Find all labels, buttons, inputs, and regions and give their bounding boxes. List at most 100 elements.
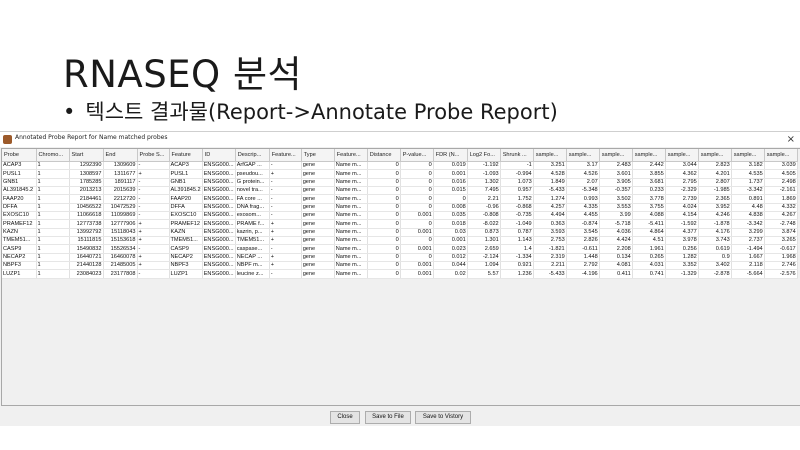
table-row[interactable]: DFFA 1 10456522 10472529- DFFA ENSG000... DNA … [2, 203, 798, 213]
table-cell: 1.143 [500, 236, 534, 246]
table-cell: ENSG000... [202, 261, 236, 271]
table-row[interactable]: EXOSC10 1 11066618 11099869- EXOSC10 ENSG000.… [2, 211, 798, 221]
table-cell: 4.535 [731, 169, 765, 179]
column-header[interactable]: sample... [698, 149, 732, 162]
table-cell: -1 [500, 161, 534, 171]
column-header[interactable]: Shrunk ... [500, 149, 534, 162]
table-cell: 0.265 [632, 253, 666, 263]
table-cell: EXOSC10 [169, 211, 203, 221]
table-cell: 1 [36, 211, 70, 221]
table-cell: - [137, 178, 170, 188]
close-button[interactable]: Close [330, 411, 360, 424]
column-header[interactable]: P-value... [400, 149, 434, 162]
table-cell: -1.192 [467, 161, 501, 171]
table-cell: 4.154 [665, 211, 699, 221]
table-cell: 2.442 [632, 161, 666, 171]
table-cell: -2.329 [665, 186, 699, 196]
table-cell: ENSG000... [202, 211, 236, 221]
column-header[interactable]: sample... [731, 149, 765, 162]
table-row[interactable]: GNB1 1 1785285 1891117- GNB1 ENSG000... G prot… [2, 178, 798, 188]
column-header[interactable]: sample... [599, 149, 633, 162]
column-header[interactable]: Type [301, 149, 335, 162]
column-header[interactable]: Descrip... [235, 149, 270, 162]
table-cell: -8.022 [467, 219, 501, 229]
table-row[interactable]: KAZN 1 13992792 15118043 + KAZN ENSG000... kazr… [2, 228, 798, 238]
column-header[interactable]: Feature [169, 149, 203, 162]
table-cell: -0.735 [500, 211, 534, 221]
table-cell: gene [301, 244, 335, 254]
table-cell: 0.044 [433, 261, 468, 271]
table-cell: 1292390 [69, 161, 104, 171]
table-cell: 4.362 [665, 169, 699, 179]
table-row[interactable]: PUSL1 1 1308597 1311677 + PUSL1 ENSG000... pseu… [2, 169, 798, 179]
table-cell: 2.483 [599, 161, 633, 171]
table-cell: -5.433 [533, 269, 567, 279]
table-row[interactable]: ACAP3 1 1292390 1309609- ACAP3 ENSG000... ArfG… [2, 161, 798, 171]
table-cell: 0.363 [533, 219, 567, 229]
slide-bullet-text: 텍스트 결과물(Report->Annotate Probe Report) [85, 100, 558, 124]
table-row[interactable]: TMEM51... 1 15111815 15153618 + TMEM51... ENSG… [2, 236, 798, 246]
column-header[interactable]: End [103, 149, 138, 162]
table-cell: 0.016 [433, 178, 468, 188]
column-header[interactable]: Start [69, 149, 104, 162]
slide-bullet: • 텍스트 결과물(Report->Annotate Probe Report) [63, 96, 558, 126]
table-row[interactable]: AL391845.2 1 2013213 2015639- AL391845.2 ENSG… [2, 186, 798, 196]
table-row[interactable]: LUZP1 1 23084023 23177808- LUZP1 ENSG000... le… [2, 269, 798, 279]
column-header[interactable]: Feature... [334, 149, 368, 162]
table-row[interactable]: CASP9 1 15490832 15526534- CASP9 ENSG000... ca… [2, 244, 798, 254]
table-cell: 3.502 [599, 194, 633, 204]
table-header-row: Probe Chromo... Start End Probe S... Feature I… [2, 149, 798, 162]
table-cell: -1.049 [500, 219, 534, 229]
column-header[interactable]: Probe [2, 149, 37, 162]
table-row[interactable]: FAAP20 1 2184461 2212720- FAAP20 ENSG000... FA… [2, 194, 798, 204]
save-to-vistory-button[interactable]: Save to Vistory [415, 411, 471, 424]
table-cell: 1.667 [731, 253, 765, 263]
table-cell: 1.448 [566, 253, 600, 263]
column-header[interactable]: Log2 Fo... [467, 149, 501, 162]
table-row[interactable]: PRAMEF12 1 12773738 12777906 + PRAMEF12 ENSG00… [2, 219, 798, 229]
table-cell: 4.48 [731, 203, 765, 213]
table-cell: 4.088 [632, 211, 666, 221]
table-cell: 4.246 [698, 211, 732, 221]
table-cell: gene [301, 178, 335, 188]
table-cell: ENSG000... [202, 253, 236, 263]
table-cell: TMEM51... [235, 236, 270, 246]
table-cell: 1.282 [665, 253, 699, 263]
close-icon[interactable]: × [787, 132, 795, 147]
table-cell: 1309609 [103, 161, 138, 171]
column-header[interactable]: Feature... [269, 149, 302, 162]
table-cell: -1.494 [731, 244, 765, 254]
column-header[interactable]: sample... [533, 149, 567, 162]
table-cell: 4.505 [764, 169, 798, 179]
table-cell: 11066618 [69, 211, 104, 221]
column-header[interactable]: sample... [665, 149, 699, 162]
table-cell: Name m... [334, 194, 368, 204]
table-cell: - [269, 186, 302, 196]
table-cell: -2.748 [764, 219, 798, 229]
table-cell: 3.99 [599, 211, 633, 221]
column-header[interactable]: Chromo... [36, 149, 70, 162]
save-to-file-button[interactable]: Save to File [365, 411, 411, 424]
table-cell: 0 [400, 253, 434, 263]
column-header[interactable]: FDR (N... [433, 149, 468, 162]
column-header[interactable]: Probe S... [137, 149, 170, 162]
table-row[interactable]: NECAP2 1 16440721 16460078 + NECAP2 ENSG000...… [2, 253, 798, 263]
table-cell: ENSG000... [202, 178, 236, 188]
table-cell: 16440721 [69, 253, 104, 263]
column-header[interactable]: Distance [367, 149, 401, 162]
table-cell: 2.365 [698, 194, 732, 204]
column-header[interactable]: sample... [764, 149, 798, 162]
column-header[interactable]: sample... [566, 149, 600, 162]
column-header[interactable]: ID [202, 149, 236, 162]
table-cell: CASP9 [169, 244, 203, 254]
table-row[interactable]: NBPF3 1 21440128 21485005 + NBPF3 ENSG000... NB… [2, 261, 798, 271]
table-cell: PUSL1 [2, 169, 37, 179]
table-cell: 0.018 [433, 219, 468, 229]
column-header[interactable]: sample... [632, 149, 666, 162]
table-cell: TMEM51... [2, 236, 37, 246]
table-cell: 0 [367, 253, 401, 263]
table-cell: 2.211 [533, 261, 567, 271]
report-table-area[interactable]: Probe Chromo... Start End Probe S... Feature I… [1, 148, 800, 406]
table-cell: 0.001 [400, 244, 434, 254]
table-cell: 4.424 [599, 236, 633, 246]
